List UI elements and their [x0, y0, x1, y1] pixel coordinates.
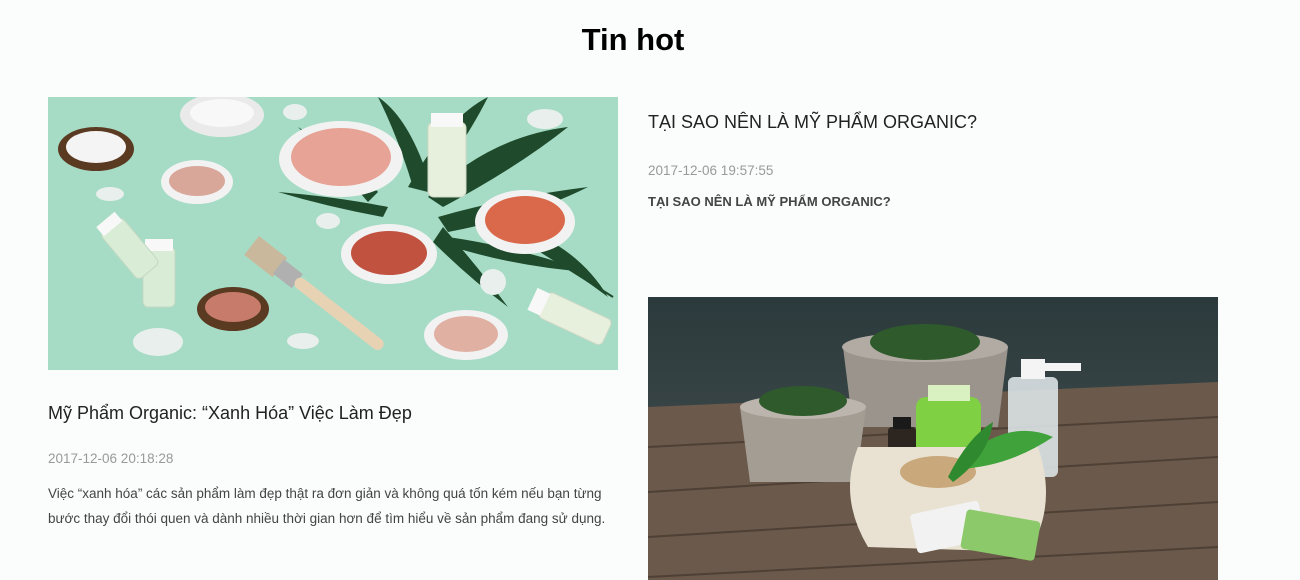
featured-article-excerpt: Việc “xanh hóa” các sản phẩm làm đẹp thậ…: [48, 486, 606, 526]
featured-article-card: Mỹ Phẩm Organic: “Xanh Hóa” Việc Làm Đẹp…: [48, 97, 618, 545]
second-article-title[interactable]: TẠI SAO NÊN LÀ MỸ PHẨM ORGANIC?: [648, 110, 1218, 134]
second-article-card: TẠI SAO NÊN LÀ MỸ PHẨM ORGANIC? 2017-12-…: [648, 110, 1218, 209]
section-title: Tin hot: [581, 22, 685, 57]
featured-article-title[interactable]: Mỹ Phẩm Organic: “Xanh Hóa” Việc Làm Đẹp: [48, 401, 618, 425]
featured-article-date: 2017-12-06 20:18:28: [48, 451, 174, 466]
second-article-summary: TẠI SAO NÊN LÀ MỸ PHẨM ORGANIC?: [648, 194, 891, 209]
featured-article-image[interactable]: [48, 97, 618, 370]
second-article-image[interactable]: [648, 297, 1218, 580]
second-article-date: 2017-12-06 19:57:55: [648, 163, 774, 178]
